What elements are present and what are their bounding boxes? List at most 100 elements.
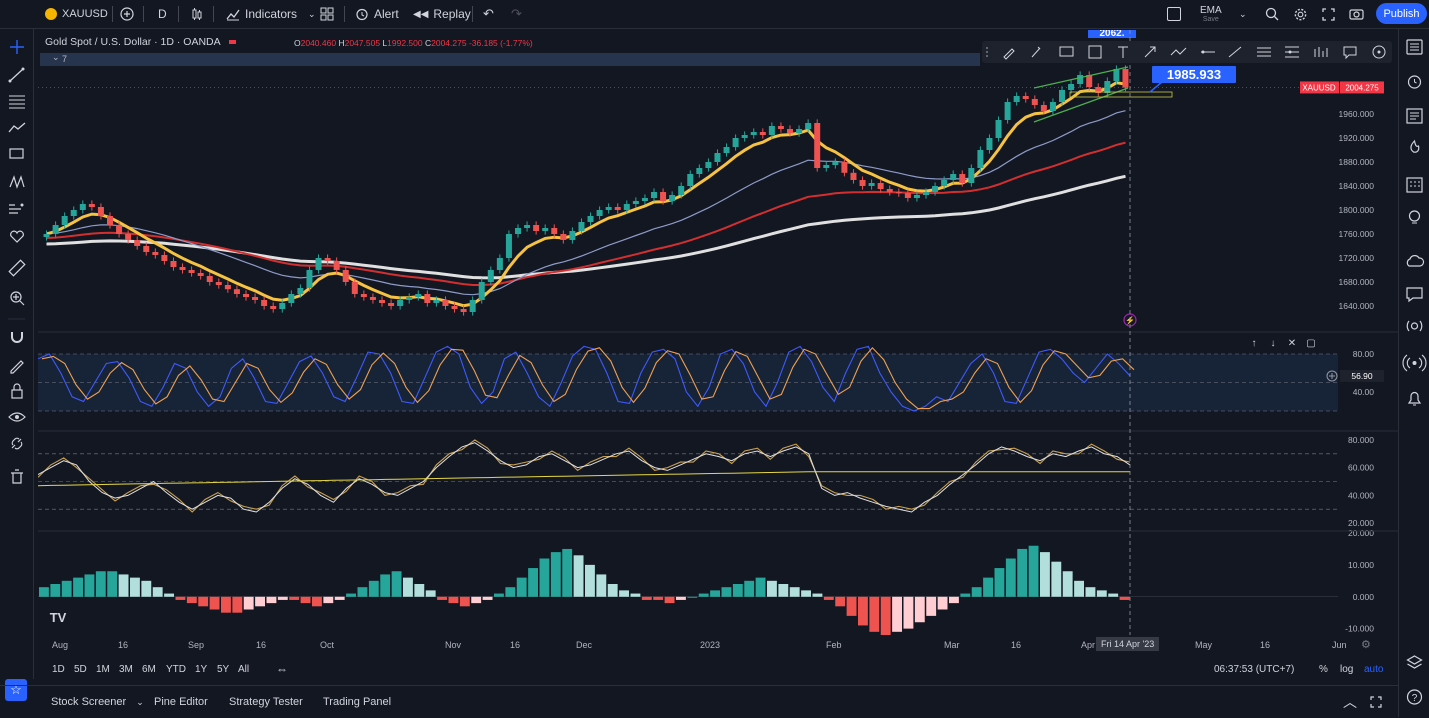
interval-button[interactable]: D xyxy=(158,0,167,28)
range-button-3m[interactable]: 3M xyxy=(119,664,133,675)
replay-button[interactable]: ◀◀ Replay xyxy=(413,0,471,28)
ideas-icon[interactable] xyxy=(1408,210,1421,224)
brush-icon[interactable] xyxy=(1003,48,1015,60)
percent-scale-button[interactable]: % xyxy=(1319,664,1328,675)
search-button[interactable] xyxy=(1265,0,1279,28)
layout-save-button[interactable]: EMA Save xyxy=(1200,0,1222,28)
chart-canvas[interactable]: 1960.000 1920.000 1880.000 1840.000 1800.000… xyxy=(38,30,1398,635)
templates-button[interactable] xyxy=(320,0,334,28)
range-button-5d[interactable]: 5D xyxy=(74,664,87,675)
fib-icon[interactable] xyxy=(1285,46,1299,58)
alarm-clock-icon[interactable] xyxy=(1407,75,1422,89)
maximize-panel-icon[interactable] xyxy=(1370,686,1382,718)
chevron-down-icon: ⌄ xyxy=(308,8,316,19)
chevron-up-icon[interactable]: ︿ xyxy=(1343,686,1357,718)
pattern-icon[interactable] xyxy=(9,175,25,189)
tab-stock-screener[interactable]: Stock Screener ⌄ xyxy=(51,686,144,718)
path-icon[interactable] xyxy=(1170,47,1187,56)
price-tick-label: 1840.000 xyxy=(1339,181,1375,191)
goto-date-icon[interactable]: ⇔ xyxy=(276,662,288,676)
arrow-icon[interactable] xyxy=(1144,46,1156,58)
candle-body xyxy=(805,123,812,129)
link-icon[interactable] xyxy=(11,437,23,450)
macd-bar xyxy=(835,596,846,607)
rectangle-icon[interactable] xyxy=(9,148,24,159)
chat-icon[interactable] xyxy=(1406,287,1423,303)
macd-bar xyxy=(914,596,925,623)
macd-bar xyxy=(209,596,220,610)
range-button-1d[interactable]: 1D xyxy=(52,664,65,675)
auto-scale-button[interactable]: auto xyxy=(1364,664,1383,675)
cloud-icon[interactable] xyxy=(1406,255,1425,267)
stochastic-pane[interactable] xyxy=(38,345,1338,412)
eye-icon[interactable] xyxy=(8,412,26,422)
ruler-icon[interactable] xyxy=(8,259,26,277)
compare-button[interactable] xyxy=(120,0,134,28)
trash-icon[interactable] xyxy=(11,469,23,484)
horizontal-ray-icon[interactable] xyxy=(1201,50,1215,54)
pen-icon[interactable] xyxy=(1031,46,1041,58)
undo-button[interactable]: ↶ xyxy=(483,0,494,28)
magnet-icon[interactable] xyxy=(11,332,23,343)
indicators-collapse-row[interactable]: ⌄ 7 xyxy=(40,52,980,66)
time-axis[interactable]: Aug 16 Sep 16 Oct Nov 16 Dec 2023 Feb Mar 16 Apr May 1… xyxy=(38,636,1378,656)
rectangle-icon[interactable] xyxy=(1088,45,1102,59)
price-tick-label: 1720.000 xyxy=(1339,253,1375,263)
streams-icon[interactable] xyxy=(1406,320,1423,332)
time-zone-button[interactable]: 06:37:53 (UTC+7) xyxy=(1214,664,1294,675)
range-button-1m[interactable]: 1M xyxy=(96,664,110,675)
chart-style-button[interactable] xyxy=(190,0,204,28)
redo-button[interactable]: ↷ xyxy=(511,0,522,28)
hotlist-icon[interactable] xyxy=(1410,139,1420,153)
range-button-1y[interactable]: 1Y xyxy=(195,664,207,675)
publish-button[interactable]: Publish xyxy=(1376,3,1427,24)
drag-handle-icon[interactable] xyxy=(986,47,988,57)
channel-icon[interactable] xyxy=(1257,47,1271,57)
lock-icon[interactable] xyxy=(11,383,23,399)
target-icon[interactable] xyxy=(1372,45,1386,59)
trend-line-icon[interactable] xyxy=(8,67,25,83)
log-scale-button[interactable]: log xyxy=(1340,664,1353,675)
range-button-5y[interactable]: 5Y xyxy=(217,664,229,675)
tab-trading-panel[interactable]: Trading Panel xyxy=(323,686,391,718)
heart-icon[interactable] xyxy=(10,230,24,243)
comment-icon[interactable] xyxy=(1343,46,1357,60)
gear-icon[interactable]: ⚙ xyxy=(1361,638,1371,651)
layout-button[interactable] xyxy=(1167,0,1181,28)
fullscreen-button[interactable] xyxy=(1322,0,1335,28)
symbol-search[interactable]: XAUUSD xyxy=(45,0,108,28)
layers-icon[interactable] xyxy=(1406,655,1423,669)
horizontal-lines-icon[interactable] xyxy=(9,95,25,109)
candle-body xyxy=(70,210,77,216)
tab-strategy-tester[interactable]: Strategy Tester xyxy=(229,686,303,718)
broadcast-icon[interactable] xyxy=(1402,354,1427,372)
bell-icon[interactable] xyxy=(1407,391,1422,406)
high-value: 2047.505 xyxy=(344,38,381,48)
settings-button[interactable] xyxy=(1293,0,1308,28)
watchlist-icon[interactable] xyxy=(1406,39,1423,55)
histogram-icon[interactable] xyxy=(1314,47,1328,57)
tab-pine-editor[interactable]: Pine Editor xyxy=(154,686,208,718)
macd-bar xyxy=(949,596,959,604)
calendar-icon[interactable] xyxy=(1406,177,1423,193)
macd-bar xyxy=(118,574,129,597)
note-icon[interactable] xyxy=(1059,46,1074,57)
chart-legend[interactable]: Gold Spot / U.S. Dollar · 1D · OANDA xyxy=(45,36,236,48)
forecast-icon[interactable] xyxy=(9,203,24,214)
pencil-lock-icon[interactable] xyxy=(10,360,24,374)
macd-bar xyxy=(1017,548,1028,597)
data-window-icon[interactable] xyxy=(1406,108,1423,124)
range-button-6m[interactable]: 6M xyxy=(142,664,156,675)
indicators-button[interactable]: Indicators ⌄ xyxy=(226,0,316,28)
range-button-ytd[interactable]: YTD xyxy=(166,664,186,675)
layout-menu-button[interactable]: ⌄ xyxy=(1239,0,1247,28)
crosshair-icon[interactable] xyxy=(10,40,24,54)
text-icon[interactable] xyxy=(1118,46,1128,58)
snapshot-button[interactable] xyxy=(1349,0,1364,28)
trend-line-icon[interactable] xyxy=(1228,46,1242,58)
help-icon[interactable]: ? xyxy=(1406,689,1423,705)
pitchfork-icon[interactable] xyxy=(8,122,26,133)
range-button-all[interactable]: All xyxy=(238,664,249,675)
zoom-in-icon[interactable] xyxy=(10,291,25,306)
alert-button[interactable]: Alert xyxy=(355,0,399,28)
